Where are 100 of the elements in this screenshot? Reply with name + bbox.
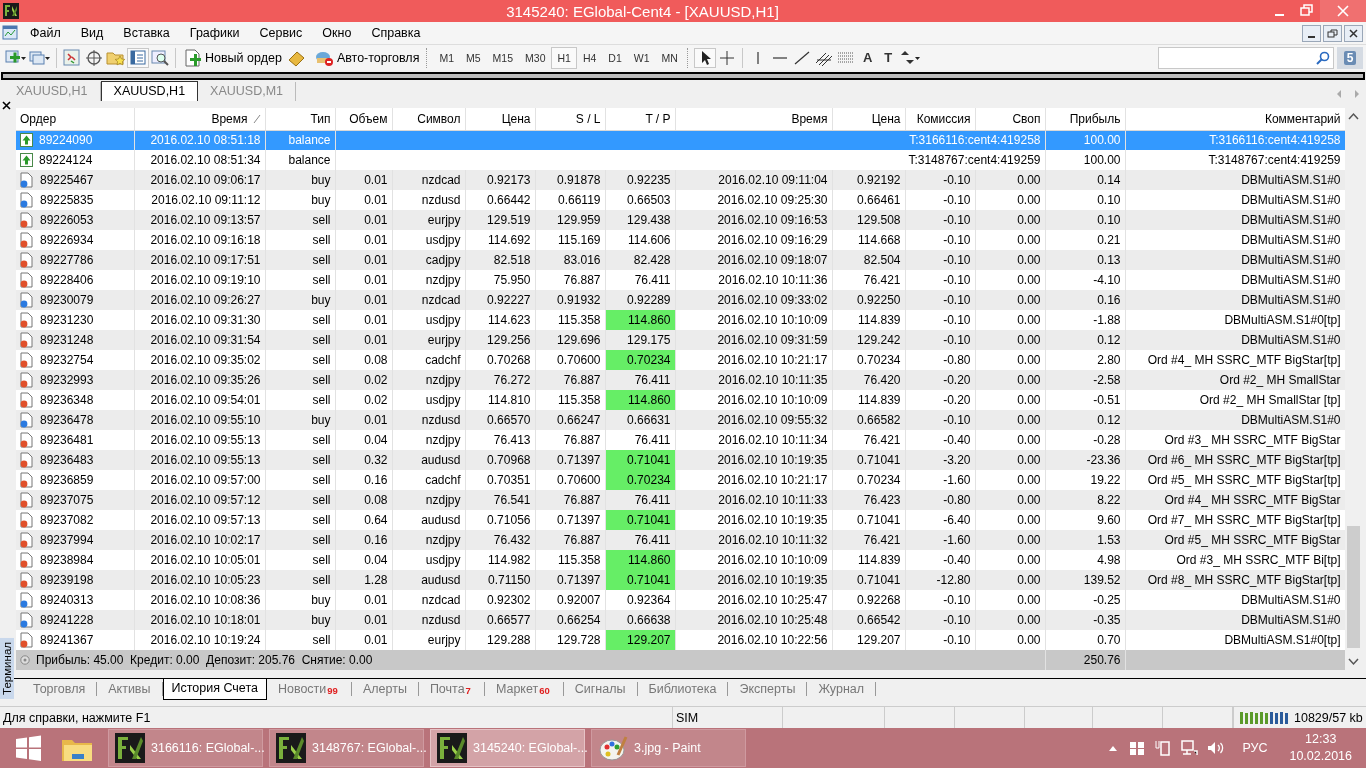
menu-item[interactable]: Вид [70,26,114,40]
timeframe-button[interactable]: MN [655,46,684,69]
column-header[interactable]: Символ [417,111,461,126]
column-header[interactable]: Ордер [20,111,57,126]
table-cell: -12.80 [905,570,975,590]
panel-tab[interactable]: Торговля [22,682,98,696]
table-row[interactable]: 89225467 2016.02.10 09:06:17 buy 0.01 nzdcad 0.92173 0.91878 0.92235 2016.02.10 09:11:04 0.92192 -0.10 0.00 0.14 DBMultiASM.S1#0 [16,170,1345,190]
table-cell: 89225467 [40,173,94,187]
table-cell: 0.00 [975,450,1045,470]
panel-tab[interactable]: Журнал [807,682,877,696]
restore-icon[interactable] [1323,24,1342,42]
table-cell: 129.438 [605,210,675,230]
timeframe-button[interactable]: M30 [519,46,552,69]
timeframe-button[interactable]: H4 [576,46,603,69]
panel-tab[interactable]: Активы [97,682,163,696]
column-header[interactable]: Тип [310,111,331,126]
table-cell: -0.10 [905,250,975,270]
scroll-thumb[interactable] [1347,526,1360,648]
timeframe-button[interactable]: M1 [433,46,460,69]
table-cell: 82.428 [605,250,675,270]
column-header[interactable]: Комментарий [1264,111,1341,126]
column-header[interactable]: Время [211,111,261,126]
text-tool-icon[interactable]: T [878,50,899,65]
panel-tab[interactable]: Сигналы [563,682,638,696]
chart-tab[interactable]: XAUUSD,H1 [100,81,199,101]
table-row[interactable]: 89227786 2016.02.10 09:17:51 sell 0.01 cadjpy 82.518 83.016 82.428 2016.02.10 09:18:07 82.504 -0.10 0.00 0.13 DBMultiASM.S1#0 [16,250,1345,270]
column-header[interactable]: S / L [575,111,601,126]
table-row[interactable]: 89226053 2016.02.10 09:13:57 sell 0.01 eurjpy 129.519 129.959 129.438 2016.02.10 09:16:53 129.508 -0.10 0.00 0.10 DBMultiASM.S1#0 [16,210,1345,230]
text-tool-icon[interactable]: A [856,50,879,65]
panel-tab[interactable]: Алерты [351,682,419,696]
tester-icon[interactable] [149,47,171,68]
column-header[interactable]: Цена [871,111,901,126]
terminal-icon[interactable] [127,47,149,68]
menu-item[interactable]: Вставка [113,26,180,40]
column-header[interactable]: Время [791,111,828,126]
menu-item[interactable]: Справка [361,26,431,40]
table-row[interactable]: 89236478 2016.02.10 09:55:10 buy 0.01 nzdusd 0.66570 0.66247 0.66631 2016.02.10 09:55:32 0.66582 -0.10 0.00 0.12 DBMultiASM.S1#0 [16,410,1345,430]
menu-item[interactable]: Окно [312,26,362,40]
table-row[interactable]: 89236483 2016.02.10 09:55:13 sell 0.32 audusd 0.70968 0.71397 0.71041 2016.02.10 10:19:35 0.71041 -3.20 0.00 -23.36 Ord #6_ MH SSRC_MTF BigStar[tp] [16,450,1345,470]
sort-icon [252,113,261,124]
table-cell: 89239198 [40,573,94,587]
panel-tab[interactable]: История Счета [162,679,267,700]
flag-icon[interactable] [1128,739,1147,757]
table-cell: 2016.02.10 09:18:07 [675,250,832,270]
table-cell: eurjpy [392,210,465,230]
balance-icon [20,133,33,148]
sell-order-icon [20,312,34,328]
language-indicator[interactable]: РУС [1242,741,1268,755]
menu-item[interactable]: Сервис [249,26,313,40]
sell-order-icon [20,512,34,528]
menu-item[interactable]: Файл [20,26,71,40]
clock[interactable]: 12:33 10.02.2016 [1289,731,1352,765]
table-cell: 0.14 [1045,170,1125,190]
panel-tab[interactable]: Почта7 [418,682,485,696]
panel-tab[interactable]: Эксперты [728,682,808,696]
new-order-button[interactable]: Новый ордер [180,46,286,69]
network-icon[interactable] [1180,739,1199,757]
timeframe-button[interactable]: M5 [460,46,487,69]
table-row[interactable]: 89232993 2016.02.10 09:35:26 sell 0.02 nzdjpy 76.272 76.887 76.411 2016.02.10 10:11:35 76.420 -0.20 0.00 -2.58 Ord #2_ MH SmallStar [16,370,1345,390]
crosshair-icon[interactable] [83,47,105,68]
table-cell: nzdjpy [392,370,465,390]
column-header[interactable]: Комиссия [916,111,971,126]
table-cell: 89228406 [40,273,94,287]
column-header[interactable]: Прибыль [1069,111,1121,126]
market-watch-icon[interactable] [61,47,83,68]
table-row[interactable]: 89241228 2016.02.10 10:18:01 buy 0.01 nzdusd 0.66577 0.66254 0.66638 2016.02.10 10:25:48 0.66542 -0.10 0.00 -0.35 DBMultiASM.S1#0 [16,610,1345,630]
table-cell: 89236348 [40,393,94,407]
table-cell: 2016.02.10 10:25:48 [675,610,832,630]
table-cell: 76.272 [465,370,535,390]
table-row[interactable]: 89239198 2016.02.10 10:05:23 sell 1.28 audusd 0.71150 0.71397 0.71041 2016.02.10 10:19:35 0.71041 -12.80 0.00 139.52 Ord #8_ MH SSRC_MTF BigStar[tp] [16,570,1345,590]
table-cell: -1.60 [905,530,975,550]
menu-item[interactable]: Графики [179,26,250,40]
table-cell: 0.70234 [605,350,675,370]
panel-tab[interactable]: Новости99 [266,682,352,696]
timeframe-button[interactable]: D1 [602,46,628,69]
clock-date: 10.02.2016 [1289,748,1352,765]
column-header[interactable]: T / P [645,111,671,126]
table-cell: 0.00 [975,330,1045,350]
timeframe-button[interactable]: M15 [486,46,520,69]
table-row[interactable]: 89231248 2016.02.10 09:31:54 sell 0.01 eurjpy 129.256 129.696 129.175 2016.02.10 09:31:59 129.242 -0.10 0.00 0.12 DBMultiASM.S1#0 [16,330,1345,350]
table-row[interactable]: 89237075 2016.02.10 09:57:12 sell 0.08 nzdjpy 76.541 76.887 76.411 2016.02.10 10:11:33 76.423 -0.80 0.00 8.22 Ord #4_ MH SSRC_MTF BigStar [16,490,1345,510]
panel-tab[interactable]: Маркет60 [484,682,564,696]
column-header[interactable]: Цена [501,111,531,126]
column-header[interactable]: Объем [349,111,388,126]
cursor-icon[interactable] [693,47,716,68]
close-icon[interactable] [1344,24,1363,42]
table-row[interactable]: 89237994 2016.02.10 10:02:17 sell 0.16 nzdjpy 76.432 76.887 76.411 2016.02.10 10:11:32 76.421 -1.60 0.00 1.53 Ord #5_ MH SSRC_MTF BigStar [16,530,1345,550]
collapse-icon[interactable] [20,655,30,665]
table-row[interactable]: 89230079 2016.02.10 09:26:27 buy 0.01 nzdcad 0.92227 0.91932 0.92289 2016.02.10 09:33:02 0.92250 -0.10 0.00 0.16 DBMultiASM.S1#0 [16,290,1345,310]
auto-trading-button[interactable]: Авто-торговля [309,46,424,69]
timeframe-button[interactable]: W1 [627,46,656,69]
timeframe-button[interactable]: H1 [551,46,577,69]
minimize-icon[interactable] [1302,24,1321,42]
table-cell: 0.66577 [465,610,535,630]
search-field[interactable] [1158,46,1334,69]
column-header[interactable]: Своп [1012,111,1041,126]
table-cell: 0.66254 [535,610,605,630]
battery-icon[interactable] [1154,739,1173,757]
panel-tab[interactable]: Библиотека [637,682,729,696]
close-icon[interactable] [2,101,12,111]
